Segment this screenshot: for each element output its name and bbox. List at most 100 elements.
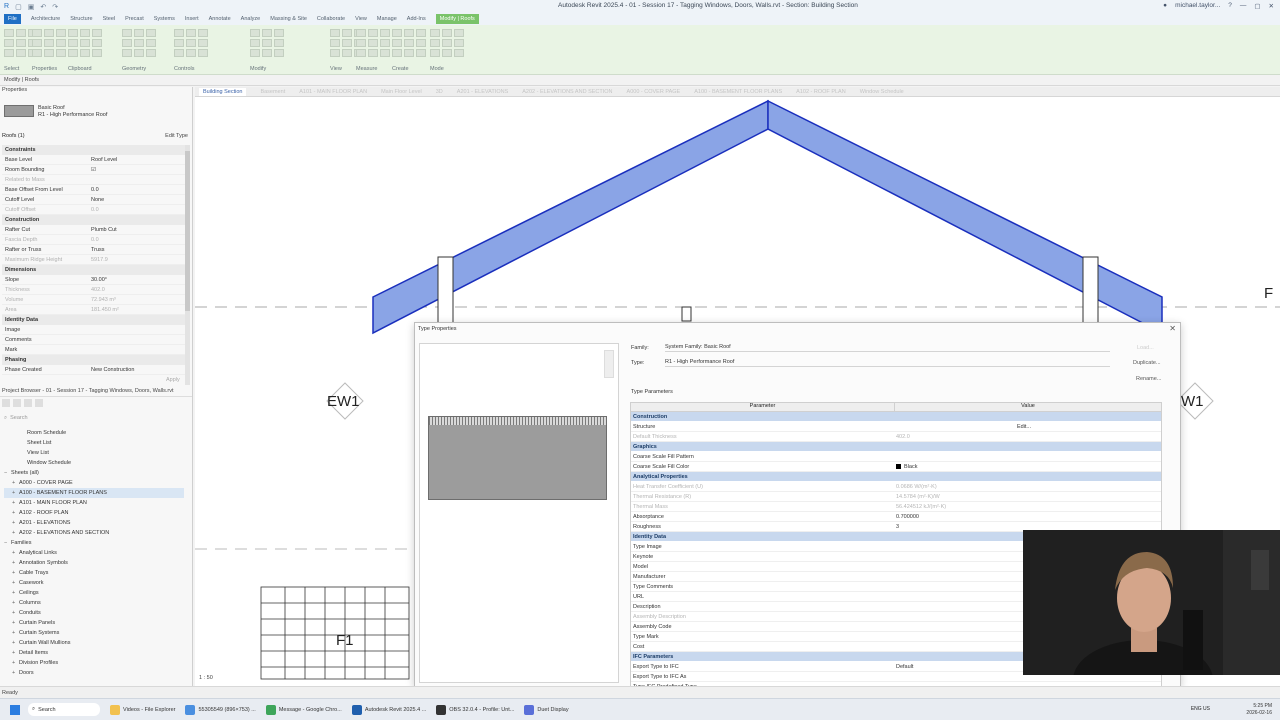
param-value[interactable]: 0.0686 W/(m²·K)	[895, 484, 1161, 490]
browser-item[interactable]: + Conduits	[4, 608, 184, 618]
prop-section[interactable]: Constraints	[2, 145, 188, 155]
save-icon[interactable]: ▣	[28, 3, 35, 11]
ribbon-tool-icon[interactable]	[80, 49, 90, 57]
param-row[interactable]: Coarse Scale Fill Pattern	[631, 452, 1161, 462]
ribbon-tool-icon[interactable]	[274, 39, 284, 47]
ribbon-tool-icon[interactable]	[356, 39, 366, 47]
browser-item[interactable]: View List	[4, 448, 184, 458]
quick-access-toolbar[interactable]: R ▢ ▣ ↶ ↷	[0, 3, 58, 11]
prop-row[interactable]: Comments	[2, 335, 188, 345]
prop-section[interactable]: Dimensions	[2, 265, 188, 275]
browser-item[interactable]: + A202 - ELEVATIONS AND SECTION	[4, 528, 184, 538]
ribbon-tab-0[interactable]: File	[4, 14, 21, 24]
ribbon-tool-icon[interactable]	[134, 39, 144, 47]
prop-row[interactable]: Related to Mass	[2, 175, 188, 185]
apply-button[interactable]: Apply	[166, 377, 180, 383]
browser-search[interactable]: ⌕ Search	[4, 413, 188, 423]
ribbon-tab-14[interactable]: Modify | Roofs	[435, 14, 479, 24]
ribbon-tab-12[interactable]: Manage	[377, 16, 397, 22]
prop-value[interactable]: None	[88, 197, 188, 203]
ribbon-tool-icon[interactable]	[92, 49, 102, 57]
prop-value[interactable]: Roof Level	[88, 157, 188, 163]
prop-row[interactable]: Cutoff Offset 0.0	[2, 205, 188, 215]
tree-toggle-icon[interactable]: +	[12, 510, 19, 516]
ribbon-tool-icon[interactable]	[122, 29, 132, 37]
ribbon-tab-5[interactable]: Systems	[154, 16, 175, 22]
user-icon[interactable]: ●	[1163, 2, 1167, 10]
ribbon-tool-icon[interactable]	[330, 29, 340, 37]
prop-row[interactable]: Rafter Cut Plumb Cut	[2, 225, 188, 235]
redo-icon[interactable]: ↷	[52, 3, 58, 11]
ribbon-tab-3[interactable]: Steel	[103, 16, 116, 22]
ribbon-tool-icon[interactable]	[122, 39, 132, 47]
prop-row[interactable]: Phase Created New Construction	[2, 365, 188, 375]
prop-section[interactable]: Construction	[2, 215, 188, 225]
prop-row[interactable]: Area 181.450 m²	[2, 305, 188, 315]
ribbon-tool-icon[interactable]	[342, 49, 352, 57]
view-tab[interactable]: A101 - MAIN FLOOR PLAN	[299, 89, 367, 95]
ribbon-tool-icon[interactable]	[368, 49, 378, 57]
ribbon-tool-icon[interactable]	[392, 29, 402, 37]
tree-toggle-icon[interactable]: +	[12, 580, 19, 586]
tree-toggle-icon[interactable]: +	[12, 630, 19, 636]
prop-row[interactable]: Slope 30.00°	[2, 275, 188, 285]
browser-toolbar[interactable]	[0, 397, 192, 409]
ribbon-tool-icon[interactable]	[134, 29, 144, 37]
param-value[interactable]: 0.700000	[895, 514, 1161, 520]
ribbon-tool-icon[interactable]	[416, 39, 426, 47]
browser-item[interactable]: + Analytical Links	[4, 548, 184, 558]
view-tab[interactable]: Main Floor Level	[381, 89, 422, 95]
ribbon-tool-icon[interactable]	[44, 39, 54, 47]
ribbon-tool-icon[interactable]	[32, 39, 42, 47]
ribbon-tool-icon[interactable]	[174, 29, 184, 37]
param-value[interactable]: 14.5784 (m²·K)/W	[895, 494, 1161, 500]
view-tab[interactable]: A201 - ELEVATIONS	[457, 89, 508, 95]
ribbon-tab-11[interactable]: View	[355, 16, 367, 22]
taskbar-app[interactable]: Videos - File Explorer	[110, 704, 175, 715]
view-tab[interactable]: A000 - COVER PAGE	[627, 89, 681, 95]
tree-toggle-icon[interactable]: +	[12, 640, 19, 646]
ribbon-tool-icon[interactable]	[430, 49, 440, 57]
browser-item[interactable]: + A101 - MAIN FLOOR PLAN	[4, 498, 184, 508]
edit-type-button[interactable]: Edit Type	[165, 133, 188, 139]
ribbon-tab-13[interactable]: Add-Ins	[407, 16, 426, 22]
ribbon-tool-icon[interactable]	[250, 39, 260, 47]
ribbon-tool-icon[interactable]	[198, 49, 208, 57]
minimize-icon[interactable]: —	[1240, 2, 1247, 10]
ribbon-tool-icon[interactable]	[380, 49, 390, 57]
ribbon-tool-icon[interactable]	[198, 29, 208, 37]
tree-toggle-icon[interactable]: +	[12, 600, 19, 606]
filter-icon[interactable]	[35, 399, 43, 407]
prop-value[interactable]: 72.943 m³	[88, 297, 188, 303]
param-value[interactable]: 56.424512 kJ/(m²·K)	[895, 504, 1161, 510]
param-value[interactable]: 3	[895, 524, 1161, 530]
tree-toggle-icon[interactable]: +	[12, 620, 19, 626]
param-row[interactable]: Absorptance 0.700000	[631, 512, 1161, 522]
ribbon-tool-icon[interactable]	[250, 29, 260, 37]
ribbon-tool-icon[interactable]	[16, 29, 26, 37]
tree-toggle-icon[interactable]: +	[12, 480, 19, 486]
ribbon-tool-icon[interactable]	[430, 29, 440, 37]
ribbon-tool-icon[interactable]	[146, 49, 156, 57]
prop-row[interactable]: Base Offset From Level 0.0	[2, 185, 188, 195]
ribbon-tool-icon[interactable]	[442, 29, 452, 37]
ribbon-tool-icon[interactable]	[134, 49, 144, 57]
taskbar-app[interactable]: Message - Google Chro...	[265, 704, 342, 715]
view-tab[interactable]: Window Schedule	[860, 89, 904, 95]
ribbon-tool-icon[interactable]	[342, 39, 352, 47]
ribbon-tool-icon[interactable]	[262, 39, 272, 47]
param-row[interactable]: Default Thickness 402.0	[631, 432, 1161, 442]
tree-toggle-icon[interactable]: +	[12, 670, 19, 676]
open-icon[interactable]: ▢	[15, 3, 22, 11]
browser-item[interactable]: + Casework	[4, 578, 184, 588]
param-value[interactable]: 402.0	[895, 434, 1161, 440]
view-tab[interactable]: A202 - ELEVATIONS AND SECTION	[522, 89, 612, 95]
ribbon-tab-6[interactable]: Insert	[185, 16, 199, 22]
ribbon-tool-icon[interactable]	[186, 49, 196, 57]
prop-value[interactable]: 181.450 m²	[88, 307, 188, 313]
ribbon-tool-icon[interactable]	[186, 29, 196, 37]
tag-w1[interactable]: W1	[1181, 393, 1204, 410]
view-tab[interactable]: A100 - BASEMENT FLOOR PLANS	[694, 89, 782, 95]
ribbon-tool-icon[interactable]	[16, 39, 26, 47]
browser-item[interactable]: + Curtain Wall Mullions	[4, 638, 184, 648]
